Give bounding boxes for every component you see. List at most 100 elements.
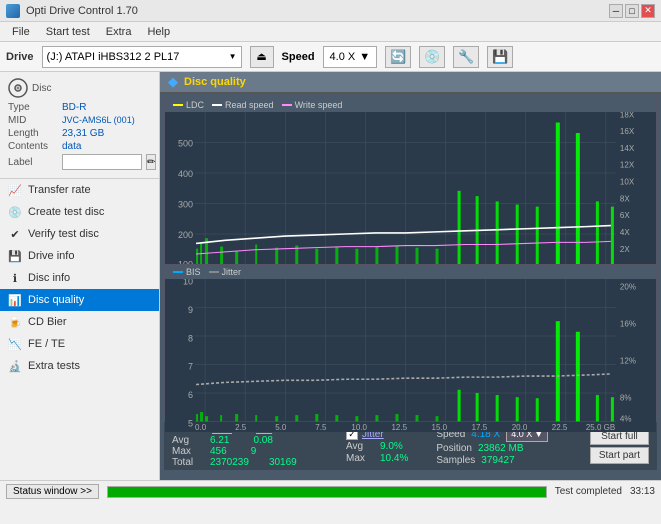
disc-mid-row: MID JVC-AMS6L (001) (8, 115, 151, 126)
sidebar-item-fe-te[interactable]: 📉 FE / TE (0, 333, 159, 355)
read-speed-legend-label: Read speed (225, 100, 274, 110)
maximize-button[interactable]: □ (625, 4, 639, 18)
svg-text:20%: 20% (620, 282, 637, 291)
main-layout: Disc Type BD-R MID JVC-AMS6L (001) Lengt… (0, 72, 661, 480)
transfer-rate-icon: 📈 (8, 183, 22, 197)
write-speed-legend-item: Write speed (282, 100, 343, 110)
drive-eject-button[interactable]: ⏏ (250, 46, 274, 68)
disc-mid-label: MID (8, 115, 58, 126)
settings-button1[interactable]: 💿 (419, 46, 445, 68)
sidebar-item-create-test-disc-label: Create test disc (28, 206, 104, 218)
status-window-button[interactable]: Status window >> (6, 484, 99, 499)
svg-text:4%: 4% (620, 414, 632, 423)
menu-start-test[interactable]: Start test (38, 24, 98, 40)
total-label: Total (172, 457, 202, 468)
speed-label: Speed (282, 51, 315, 63)
svg-text:9: 9 (188, 305, 193, 315)
svg-text:10: 10 (183, 279, 193, 286)
jitter-max-row: Max 10.4% (346, 453, 408, 464)
svg-text:17.5: 17.5 (472, 423, 488, 432)
menu-file[interactable]: File (4, 24, 38, 40)
menu-help[interactable]: Help (139, 24, 178, 40)
disc-quality-title: Disc quality (184, 76, 246, 88)
svg-text:10X: 10X (620, 177, 635, 186)
progress-bar-container (107, 486, 547, 498)
jitter-max: 10.4% (380, 453, 408, 464)
sidebar-item-cd-bier[interactable]: 🍺 CD Bier (0, 311, 159, 333)
title-bar: Opti Drive Control 1.70 ─ □ ✕ (0, 0, 661, 22)
total-row: Total 2370239 30169 (172, 457, 322, 468)
speed-dropdown-arrow: ▼ (359, 51, 370, 63)
read-speed-legend-item: Read speed (212, 100, 274, 110)
avg-row: Avg 6.21 0.08 (172, 435, 322, 446)
svg-text:0.0: 0.0 (195, 423, 207, 432)
svg-text:8: 8 (188, 333, 193, 343)
status-text: Test completed (555, 486, 622, 497)
sidebar-item-disc-info[interactable]: ℹ Disc info (0, 267, 159, 289)
bis-legend-label: BIS (186, 267, 201, 277)
ldc-legend-item: LDC (173, 100, 204, 110)
sidebar-item-verify-test-disc[interactable]: ✔ Verify test disc (0, 223, 159, 245)
svg-text:16X: 16X (620, 127, 635, 136)
fe-te-icon: 📉 (8, 337, 22, 351)
jitter-legend-dot (209, 271, 219, 273)
svg-text:5.0: 5.0 (275, 423, 287, 432)
ldc-legend-dot (173, 104, 183, 106)
speed-dropdown[interactable]: 4.0 X ▼ (323, 46, 378, 68)
sidebar-item-disc-info-label: Disc info (28, 272, 70, 284)
start-part-button[interactable]: Start part (590, 447, 649, 464)
sidebar-item-create-test-disc[interactable]: 💿 Create test disc (0, 201, 159, 223)
close-button[interactable]: ✕ (641, 4, 655, 18)
position-row: Position 23862 MB (436, 443, 548, 454)
sidebar-item-disc-quality[interactable]: 📊 Disc quality (0, 289, 159, 311)
disc-type-label: Type (8, 102, 58, 113)
drive-dropdown[interactable]: (J:) ATAPI iHBS312 2 PL17 ▼ (42, 46, 242, 68)
svg-text:8X: 8X (620, 194, 630, 203)
samples-label: Samples (436, 455, 475, 466)
bis-total: 30169 (269, 457, 297, 468)
disc-label-button[interactable]: ✏ (146, 154, 156, 170)
write-speed-legend-dot (282, 104, 292, 106)
jitter-avg-label: Avg (346, 441, 376, 452)
drive-dropdown-value: (J:) ATAPI iHBS312 2 PL17 (47, 51, 180, 63)
ldc-avg: 6.21 (210, 435, 229, 446)
svg-text:7: 7 (188, 362, 193, 372)
disc-quality-header-icon: ◆ (168, 74, 178, 90)
disc-type-row: Type BD-R (8, 102, 151, 113)
disc-icon-row: Disc (8, 78, 151, 98)
disc-length-label: Length (8, 128, 58, 139)
refresh-button[interactable]: 🔄 (385, 46, 411, 68)
jitter-legend-item: Jitter (209, 267, 242, 277)
sidebar-item-extra-tests[interactable]: 🔬 Extra tests (0, 355, 159, 377)
svg-text:500: 500 (178, 139, 193, 149)
disc-type-value: BD-R (62, 102, 86, 113)
sidebar-item-transfer-rate[interactable]: 📈 Transfer rate (0, 179, 159, 201)
save-button[interactable]: 💾 (487, 46, 513, 68)
settings-button2[interactable]: 🔧 (453, 46, 479, 68)
svg-text:10.0: 10.0 (351, 423, 367, 432)
drive-bar: Drive (J:) ATAPI iHBS312 2 PL17 ▼ ⏏ Spee… (0, 42, 661, 72)
bis-chart-svg: 10 9 8 7 6 5 20% 16% 12% 8% 4% 0.0 2.5 5… (165, 279, 656, 432)
svg-text:400: 400 (178, 169, 193, 179)
samples-value: 379427 (481, 455, 514, 466)
svg-text:6: 6 (188, 390, 193, 400)
cd-bier-icon: 🍺 (8, 315, 22, 329)
sidebar-item-drive-info[interactable]: 💾 Drive info (0, 245, 159, 267)
content-area: ◆ Disc quality LDC Read speed (160, 72, 661, 480)
disc-length-row: Length 23,31 GB (8, 128, 151, 139)
sidebar-item-fe-te-label: FE / TE (28, 338, 65, 350)
svg-text:8%: 8% (620, 393, 632, 402)
svg-text:2X: 2X (620, 245, 630, 254)
sidebar-item-disc-quality-label: Disc quality (28, 294, 84, 306)
ldc-chart-header: LDC Read speed Write speed (165, 98, 656, 112)
minimize-button[interactable]: ─ (609, 4, 623, 18)
drive-dropdown-arrow: ▼ (229, 52, 237, 61)
bis-legend-item: BIS (173, 267, 201, 277)
svg-text:7.5: 7.5 (315, 423, 327, 432)
max-row: Max 456 9 (172, 446, 322, 457)
ldc-max: 456 (210, 446, 227, 457)
svg-text:12.5: 12.5 (391, 423, 407, 432)
menu-extra[interactable]: Extra (98, 24, 140, 40)
disc-label-input[interactable] (62, 154, 142, 170)
write-speed-legend-label: Write speed (295, 100, 343, 110)
